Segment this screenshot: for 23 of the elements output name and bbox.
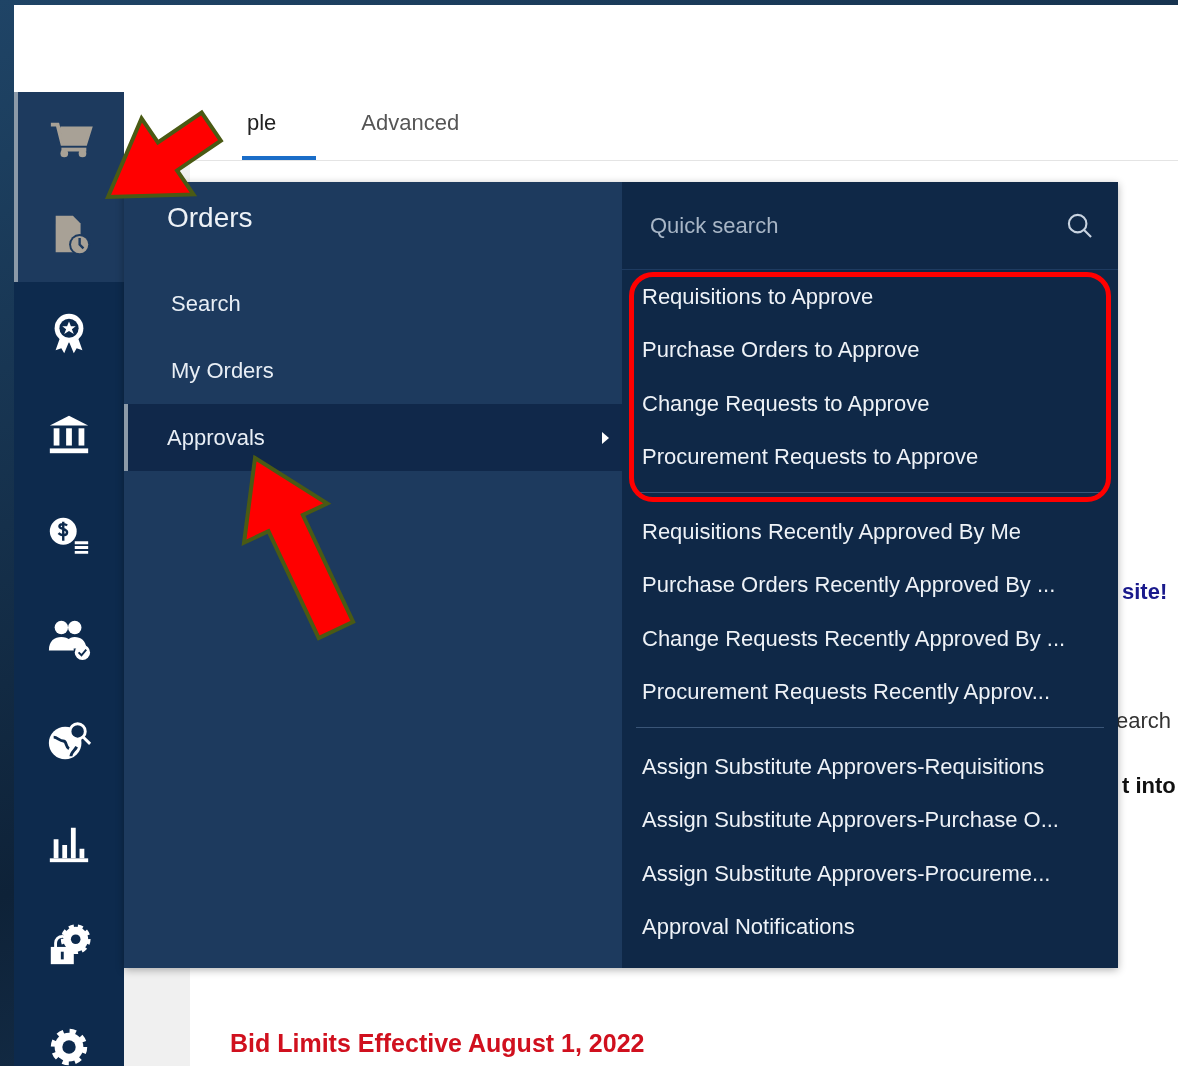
body-text: t into [1122,773,1176,799]
submenu-item[interactable]: Approval Notifications [636,900,1104,954]
notice-title: Bid Limits Effective August 1, 2022 [230,1029,645,1058]
submenu-item[interactable]: Assign Substitute Approvers-Procureme... [636,847,1104,901]
submenu-item[interactable]: Procurement Requests Recently Approv... [636,665,1104,719]
search-field[interactable]: Quick search [648,211,1066,240]
welcome-heading: site! [1122,579,1168,605]
menu-title: Orders [166,201,254,235]
submenu-item[interactable]: Procurement Requests to Approve [622,430,1118,484]
submenu-item[interactable]: Change Requests to Approve [622,377,1118,431]
menu-item[interactable]: Search [124,270,622,337]
search-icon[interactable] [1066,211,1094,240]
submenu-item[interactable]: Purchase Orders Recently Approved By ... [636,558,1104,612]
submenu-item[interactable]: Requisitions Recently Approved By Me [636,505,1104,559]
body-text: earch [1116,708,1172,734]
menu-item[interactable]: Approvals [124,404,622,471]
submenu-item[interactable]: Assign Substitute Approvers-Purchase O... [636,793,1104,847]
submenu-item[interactable]: Purchase Orders to Approve [622,323,1118,377]
submenu-item[interactable]: Change Requests Recently Approved By ... [636,612,1104,666]
submenu-item[interactable]: Assign Substitute Approvers-Requisitions [636,740,1104,794]
submenu-item[interactable]: Requisitions to Approve [622,270,1118,324]
menu-item[interactable]: My Orders [124,337,622,404]
tab[interactable]: Advanced [356,110,500,160]
